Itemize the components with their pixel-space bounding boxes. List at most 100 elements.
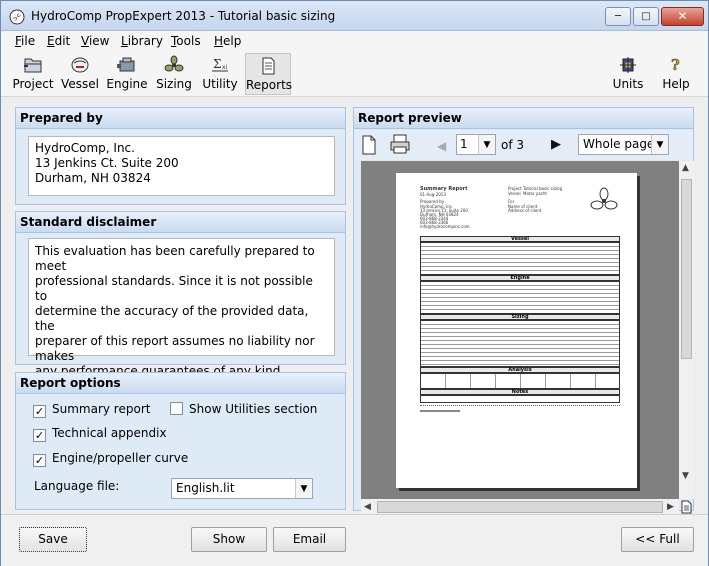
technical-appendix-checkbox[interactable]: ✓ Technical appendix xyxy=(33,426,167,442)
page-setup-icon[interactable] xyxy=(361,135,377,155)
page-number-select[interactable]: 1 ▼ xyxy=(456,134,496,155)
report-preview-header: Report preview xyxy=(354,108,693,129)
disclaimer-header: Standard disclaimer xyxy=(16,212,345,233)
sizing-icon xyxy=(164,55,184,72)
language-file-label: Language file: xyxy=(34,479,120,493)
report-client-address: Address of client xyxy=(508,208,542,213)
menu-tools[interactable]: Tools xyxy=(171,34,201,48)
report-options-header: Report options xyxy=(16,373,345,394)
engine-button[interactable]: Engine xyxy=(104,53,150,95)
chevron-down-icon: ▼ xyxy=(478,135,495,154)
menu-library[interactable]: Library xyxy=(121,34,163,48)
report-footer xyxy=(420,410,460,412)
page-corner-icon xyxy=(681,500,692,514)
preview-horizontal-scrollbar[interactable]: ◀ ▶ xyxy=(361,499,679,515)
menu-help[interactable]: Help xyxy=(214,34,241,48)
reports-icon xyxy=(262,57,275,75)
disclaimer-textbox[interactable]: This evaluation has been carefully prepa… xyxy=(28,238,335,378)
report-notes-box xyxy=(420,395,620,403)
engine-icon xyxy=(117,57,135,72)
chevron-down-icon: ▼ xyxy=(295,479,312,498)
show-utilities-checkbox[interactable]: Show Utilities section xyxy=(170,402,317,416)
help-button[interactable]: ? Help xyxy=(655,53,697,95)
report-date: 01-Aug-2013 xyxy=(420,192,446,197)
svg-text:Σ: Σ xyxy=(213,57,221,71)
app-logo-icon xyxy=(9,9,25,25)
prepared-by-line: 13 Jenkins Ct. Suite 200 xyxy=(35,156,179,170)
prepared-by-line: Durham, NH 03824 xyxy=(35,171,151,185)
maximize-button[interactable]: □ xyxy=(633,7,659,26)
report-title: Summary Report xyxy=(420,186,468,192)
report-vessel-table xyxy=(420,242,620,275)
minimize-button[interactable]: ─ xyxy=(605,7,631,26)
menu-bar: File Edit View Library Tools Help xyxy=(1,31,708,51)
language-file-select[interactable]: English.lit ▼ xyxy=(171,478,313,499)
project-icon xyxy=(24,58,42,73)
email-button[interactable]: Email xyxy=(273,527,346,552)
bottom-bar: Save Show Email << Full xyxy=(1,514,708,566)
svg-text:xi: xi xyxy=(222,64,228,71)
prepared-by-line: HydroComp, Inc. xyxy=(35,141,135,155)
checkmark-icon: ✓ xyxy=(33,429,46,442)
utility-button[interactable]: Σ xi Utility xyxy=(199,53,241,95)
units-icon xyxy=(620,57,636,73)
full-view-button[interactable]: << Full xyxy=(621,527,694,552)
prepared-by-panel: Prepared by HydroComp, Inc. 13 Jenkins C… xyxy=(15,107,346,205)
scroll-down-icon[interactable]: ▼ xyxy=(682,471,689,481)
scroll-right-icon[interactable]: ▶ xyxy=(667,502,674,512)
checkbox-empty-icon xyxy=(170,402,183,415)
engine-propeller-curve-checkbox[interactable]: ✓ Engine/propeller curve xyxy=(33,451,188,467)
save-button[interactable]: Save xyxy=(19,527,87,552)
horizontal-scroll-thumb[interactable] xyxy=(377,501,663,513)
report-analysis-table xyxy=(420,373,620,389)
scroll-up-icon[interactable]: ▲ xyxy=(682,163,689,173)
report-options-panel: Report options ✓ Summary report Show Util… xyxy=(15,372,346,510)
scroll-left-icon[interactable]: ◀ xyxy=(364,502,371,512)
print-icon[interactable] xyxy=(389,134,411,154)
svg-text:?: ? xyxy=(671,56,680,74)
vessel-icon xyxy=(71,57,89,73)
report-engine-table xyxy=(420,281,620,314)
summary-report-checkbox[interactable]: ✓ Summary report xyxy=(33,402,150,418)
prepared-by-textbox[interactable]: HydroComp, Inc. 13 Jenkins Ct. Suite 200… xyxy=(28,136,335,196)
app-window: HydroComp PropExpert 2013 - Tutorial bas… xyxy=(0,0,709,566)
report-prepared-line: info@hydrocompinc.com xyxy=(420,224,470,229)
page-count-label: of 3 xyxy=(501,138,525,152)
preview-canvas[interactable]: Summary Report 01-Aug-2013 Project Tutor… xyxy=(361,161,679,499)
sizing-button[interactable]: Sizing xyxy=(153,53,195,95)
help-icon: ? xyxy=(671,56,681,75)
window-title: HydroComp PropExpert 2013 - Tutorial bas… xyxy=(31,9,336,23)
report-disclaimer-text xyxy=(420,405,620,408)
previous-page-icon[interactable]: ◀ xyxy=(437,139,446,153)
vertical-scroll-thumb[interactable] xyxy=(681,179,692,359)
units-button[interactable]: Units xyxy=(607,53,649,95)
title-bar[interactable]: HydroComp PropExpert 2013 - Tutorial bas… xyxy=(1,1,708,31)
menu-edit[interactable]: Edit xyxy=(47,34,70,48)
disclaimer-panel: Standard disclaimer This evaluation has … xyxy=(15,211,346,378)
menu-view[interactable]: View xyxy=(81,34,109,48)
disclaimer-line: This evaluation has been carefully prepa… xyxy=(35,244,315,273)
report-page: Summary Report 01-Aug-2013 Project Tutor… xyxy=(396,173,637,488)
close-button[interactable]: ✕ xyxy=(661,7,704,26)
report-sizing-table xyxy=(420,320,620,367)
checkmark-icon: ✓ xyxy=(33,454,46,467)
preview-toolbar: ◀ 1 ▼ of 3 ▶ Whole page ▼ xyxy=(355,130,693,160)
utility-icon: Σ xi xyxy=(212,57,228,72)
chevron-down-icon: ▼ xyxy=(651,135,668,154)
report-vessel-label: Vessel xyxy=(508,191,521,196)
project-button[interactable]: Project xyxy=(9,53,57,95)
report-logo-icon xyxy=(590,187,618,210)
report-preview-panel: Report preview ◀ 1 ▼ of 3 ▶ Whole page ▼ xyxy=(353,107,694,515)
preview-vertical-scrollbar[interactable]: ▲ ▼ xyxy=(679,161,694,499)
show-button[interactable]: Show xyxy=(191,527,267,552)
menu-file[interactable]: File xyxy=(15,34,35,48)
report-vessel-value: Motor yacht xyxy=(523,191,547,196)
next-page-icon[interactable]: ▶ xyxy=(551,137,561,152)
disclaimer-line: preparer of this report assumes no liabi… xyxy=(35,334,315,363)
reports-button[interactable]: Reports xyxy=(245,53,292,95)
vessel-button[interactable]: Vessel xyxy=(59,53,101,95)
checkmark-icon: ✓ xyxy=(33,405,46,418)
disclaimer-line: determine the accuracy of the provided d… xyxy=(35,304,309,333)
zoom-select[interactable]: Whole page ▼ xyxy=(578,134,669,155)
disclaimer-line: professional standards. Since it is not … xyxy=(35,274,313,303)
